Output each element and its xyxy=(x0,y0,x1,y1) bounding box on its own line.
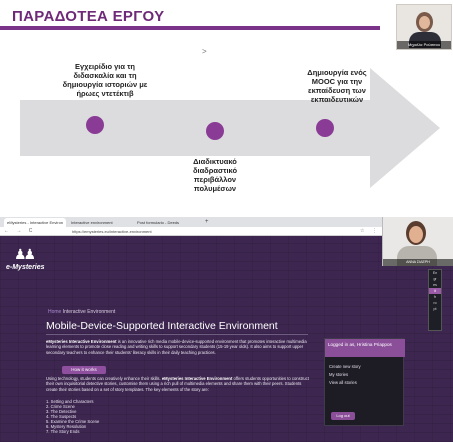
tab-label: Interactive environment xyxy=(71,220,113,225)
milestone-dot-3 xyxy=(316,119,334,137)
milestone-dot-2 xyxy=(206,122,224,140)
browser-window: eMysteries - Interactive Environ Interac… xyxy=(0,217,453,442)
bookmark-menu-icons[interactable]: ☆ ⋮ xyxy=(360,228,380,234)
breadcrumb-current: Interactive Environment xyxy=(62,309,116,315)
nav-icons[interactable]: ← → C xyxy=(4,228,35,234)
heading-divider xyxy=(46,334,308,335)
presenter-video-top: Μιχαέλα Ρούσσου xyxy=(396,4,452,50)
logo-text: e-Mysteries xyxy=(6,264,45,271)
user-panel: Logged in as, Hristina Priappos Create n… xyxy=(324,338,405,426)
desc-bold: eMysteries Interactive Environment xyxy=(161,376,233,381)
presenter-name-label: Μιχαέλα Ρούσσου xyxy=(397,41,451,49)
milestone-label-3: Δημιουργία ενός MOOC για την εκπαίδευση … xyxy=(307,68,367,104)
presenter-name-label: ΑΝΝΑ ΣΙΔΕΡΗ xyxy=(383,259,453,266)
logged-in-header: Logged in as, Hristina Priappos xyxy=(325,339,405,357)
my-stories-link[interactable]: My stories xyxy=(329,372,348,377)
new-tab-button[interactable]: + xyxy=(205,218,209,226)
tab-label: Post formulario - Deeds xyxy=(137,220,180,225)
logo-figures-icon: ♟♟ xyxy=(14,246,36,262)
website-content: ♟♟ e-Mysteries En gr es it fr ro pt Home… xyxy=(0,236,453,442)
how-it-works-button[interactable]: How it works xyxy=(62,366,106,374)
breadcrumb: Home Interactive Environment xyxy=(48,309,115,315)
milestone-label-2: Διαδικτυακό διαδραστικό περιβάλλον πολυμ… xyxy=(192,157,238,193)
page-title: Mobile-Device-Supported Interactive Envi… xyxy=(46,320,278,332)
url-field[interactable]: https://emysteries.eu/interactive-enviro… xyxy=(72,229,152,234)
breadcrumb-home-link[interactable]: Home xyxy=(48,309,61,315)
logout-button[interactable]: Log out xyxy=(331,412,355,420)
intro-bold: eMysteries Interactive Environment xyxy=(46,339,117,344)
language-selector: En gr es it fr ro pt xyxy=(428,269,442,331)
list-item: 7. The Story Ends xyxy=(46,429,80,434)
tab-label: eMysteries - Interactive Environ xyxy=(7,220,64,225)
screen: ΠΑΡΑΔΟΤΕΑ ΕΡΓΟΥ Εγχειρίδιο για τη διδασκ… xyxy=(0,0,453,442)
intro-paragraph: eMysteries Interactive Environment is an… xyxy=(46,339,314,355)
presenter-video-bottom: ΑΝΝΑ ΣΙΔΕΡΗ xyxy=(382,217,453,266)
create-story-link[interactable]: Create new story xyxy=(329,364,361,369)
view-all-stories-link[interactable]: View all stories xyxy=(329,380,357,385)
description-paragraph: Using technology, students can creativel… xyxy=(46,376,314,392)
browser-tab-interactive[interactable]: Interactive environment xyxy=(68,218,130,227)
browser-tab-post[interactable]: Post formulario - Deeds xyxy=(134,218,196,227)
desc-text-a: Using technology, students can creativel… xyxy=(46,376,162,381)
language-option[interactable]: pt xyxy=(429,306,441,312)
milestone-dot-1 xyxy=(86,116,104,134)
story-elements-list: 1. Setting and Characters 2. Crime Scene… xyxy=(46,399,99,434)
milestone-label-1: Εγχειρίδιο για τη διδασκαλία και τη δημι… xyxy=(62,62,148,98)
mouse-cursor: > xyxy=(202,47,207,56)
browser-tab-emysteries[interactable]: eMysteries - Interactive Environ xyxy=(4,218,66,227)
presenter-face xyxy=(419,16,430,29)
presentation-slide: ΠΑΡΑΔΟΤΕΑ ΕΡΓΟΥ Εγχειρίδιο για τη διδασκ… xyxy=(0,0,453,200)
site-logo[interactable]: ♟♟ e-Mysteries xyxy=(6,246,46,276)
presenter-face xyxy=(409,226,423,243)
